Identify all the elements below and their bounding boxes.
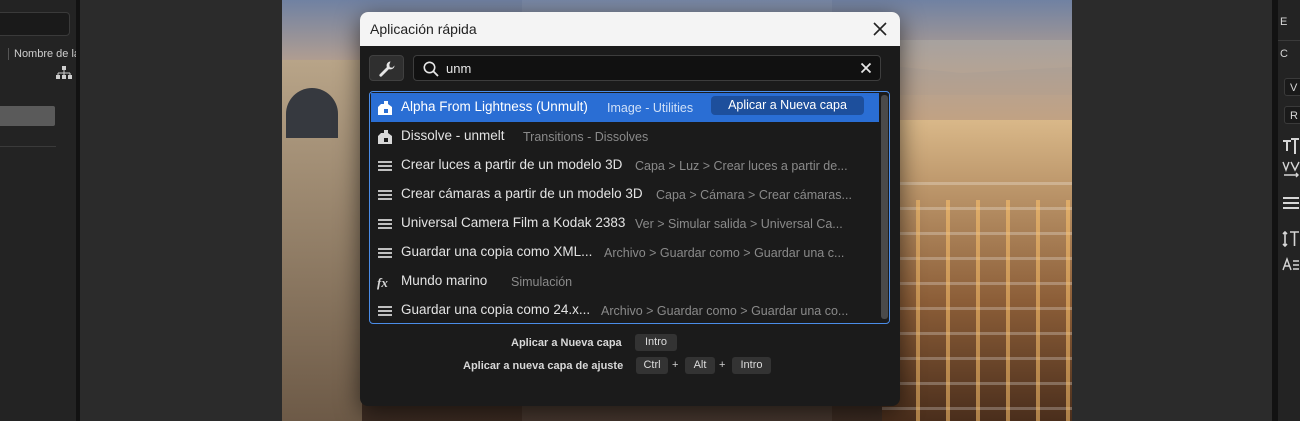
plugin-effect-icon: [378, 130, 392, 144]
image-building-lights: [902, 200, 1072, 421]
panel-divider: [0, 146, 56, 147]
project-panel: Nombre de la: [0, 0, 76, 421]
shortcut-label: Aplicar a nueva capa de ajuste: [463, 360, 624, 372]
menu-command-icon: [378, 190, 392, 200]
image-dome: [286, 88, 338, 138]
align-icon: [1283, 197, 1299, 209]
result-row[interactable]: Alpha From Lightness (Unmult) Image - Ut…: [371, 93, 879, 122]
result-row[interactable]: Dissolve - unmelt Transitions - Dissolve…: [371, 122, 879, 151]
image-rooftops: [897, 40, 1072, 130]
dialog-titlebar: Aplicación rápida: [360, 12, 900, 46]
column-header-name[interactable]: Nombre de la: [14, 48, 76, 60]
search-field[interactable]: [413, 55, 881, 81]
key-alt: Alt: [685, 357, 715, 374]
result-category: Archivo > Guardar como > Guardar una co.…: [601, 304, 849, 318]
result-category: Simulación: [511, 275, 573, 289]
result-category: Image - Utilities: [607, 101, 694, 115]
result-category: Capa > Cámara > Crear cámaras...: [656, 188, 852, 202]
results-list: Alpha From Lightness (Unmult) Image - Ut…: [369, 91, 890, 324]
menu-command-icon: [378, 161, 392, 171]
panel-label-c: C: [1280, 48, 1288, 60]
shortcut-line: Aplicar a nueva capa de ajuste Ctrl + Al…: [360, 357, 900, 375]
menu-command-icon: [378, 248, 392, 258]
character-panel: E C V R: [1278, 0, 1300, 421]
panel-separator: [1278, 40, 1300, 41]
result-row[interactable]: Guardar una copia como XML... Archivo > …: [371, 238, 879, 267]
clear-search-icon[interactable]: [860, 62, 872, 74]
font-family-dropdown[interactable]: V: [1284, 78, 1300, 96]
close-icon[interactable]: [868, 17, 892, 41]
project-search-field[interactable]: [0, 12, 70, 36]
result-category: Transitions - Dissolves: [523, 130, 649, 144]
settings-button[interactable]: [369, 55, 404, 81]
svg-text:fx: fx: [377, 275, 388, 290]
apply-to-new-layer-button[interactable]: Aplicar a Nueva capa: [711, 96, 864, 115]
result-row[interactable]: fx Mundo marino Simulación: [371, 267, 879, 296]
result-row[interactable]: Guardar una copia como 24.x... Archivo >…: [371, 296, 879, 323]
text-size-icon: [1283, 138, 1299, 154]
project-column-header: Nombre de la: [0, 44, 76, 64]
search-icon: [423, 61, 439, 77]
wrench-icon: [379, 61, 395, 77]
shortcut-label: Aplicar a Nueva capa: [511, 337, 622, 349]
result-category: Capa > Luz > Crear luces a partir de...: [635, 159, 848, 173]
plugin-effect-icon: [378, 101, 392, 115]
result-name: Crear cámaras a partir de un modelo 3D: [401, 186, 643, 201]
project-item-selected[interactable]: [0, 106, 55, 126]
tracking-icon: [1282, 161, 1300, 178]
fx-icon: fx: [377, 275, 388, 290]
key-plus: +: [672, 359, 679, 371]
result-name: Mundo marino: [401, 273, 488, 288]
menu-command-icon: [378, 219, 392, 229]
network-icon[interactable]: [56, 66, 72, 80]
key-intro: Intro: [732, 357, 771, 374]
search-input[interactable]: [446, 59, 846, 77]
quick-apply-dialog: Aplicación rápida Alpha From Lightness (…: [360, 12, 900, 406]
result-category: Archivo > Guardar como > Guardar una c..…: [604, 246, 845, 260]
font-style-dropdown[interactable]: R: [1284, 106, 1300, 124]
result-row[interactable]: Universal Camera Film a Kodak 2383 Ver >…: [371, 209, 879, 238]
column-separator: [8, 48, 9, 60]
result-name: Guardar una copia como XML...: [401, 244, 593, 259]
baseline-icon: [1282, 256, 1299, 271]
key-ctrl: Ctrl: [636, 357, 668, 374]
result-name: Crear luces a partir de un modelo 3D: [401, 157, 623, 172]
scrollbar-thumb[interactable]: [881, 95, 888, 319]
result-category: Ver > Simular salida > Universal Ca...: [635, 217, 843, 231]
result-name: Alpha From Lightness (Unmult): [401, 99, 588, 114]
result-name: Dissolve - unmelt: [401, 128, 505, 143]
panel-tab-e[interactable]: E: [1280, 16, 1287, 28]
menu-command-icon: [378, 306, 392, 316]
key-plus: +: [719, 359, 726, 371]
result-row[interactable]: Crear cámaras a partir de un modelo 3D C…: [371, 180, 879, 209]
shortcut-line: Aplicar a Nueva capa Intro: [360, 334, 900, 352]
result-name: Universal Camera Film a Kodak 2383: [401, 215, 626, 230]
results-scrollbar[interactable]: [880, 93, 889, 322]
leading-icon: [1282, 230, 1299, 248]
key-intro: Intro: [635, 334, 677, 351]
dialog-title: Aplicación rápida: [370, 21, 477, 37]
result-name: Guardar una copia como 24.x...: [401, 302, 591, 317]
result-row[interactable]: Crear luces a partir de un modelo 3D Cap…: [371, 151, 879, 180]
